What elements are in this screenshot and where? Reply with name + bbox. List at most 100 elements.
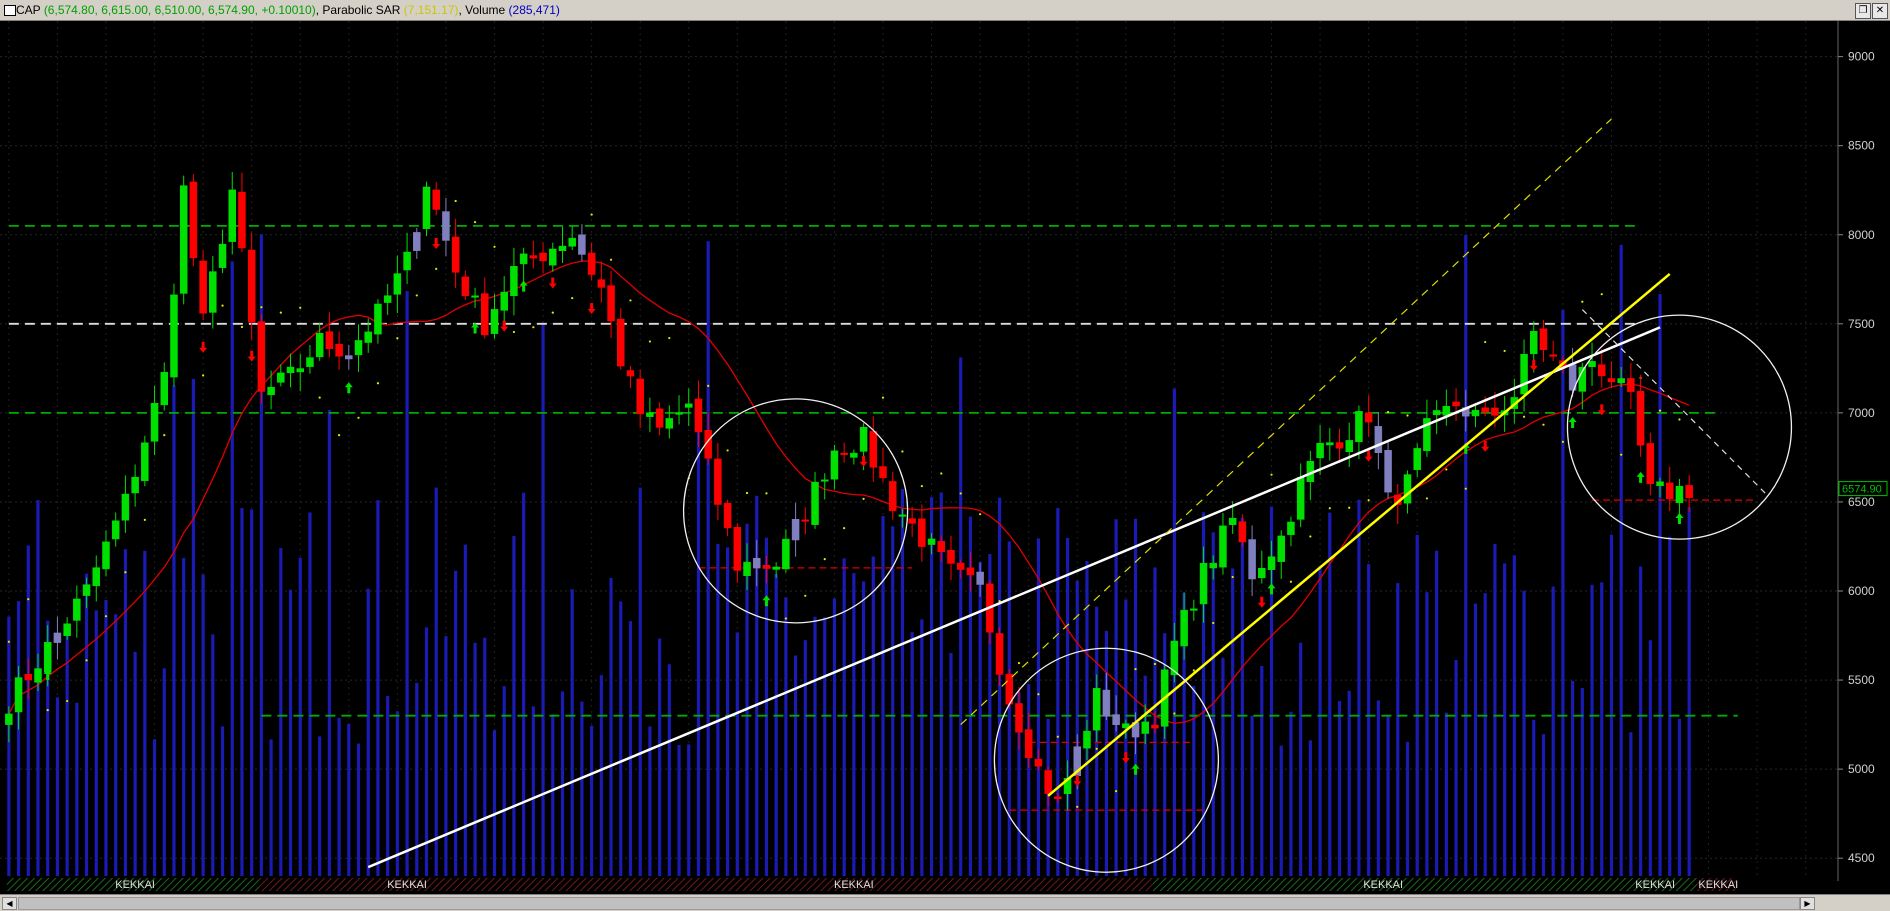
volume-bar — [1328, 512, 1332, 876]
candle-body — [189, 181, 198, 259]
kekkai-band: KEKKAI KEKKAI KEKKAI KEKKAI KEKKAI KEKKAI — [6, 878, 1738, 891]
candle-body — [694, 398, 703, 433]
symbol-label: CAP — [16, 3, 41, 17]
candle-body — [1054, 796, 1062, 799]
sar-dot — [1076, 805, 1079, 808]
sar-dot — [1192, 669, 1195, 672]
candlestick-chart[interactable]: 4500 5000 5500 6000 6500 7000 7500 8000 8500 9000… — [0, 21, 1890, 894]
candle-body — [43, 642, 52, 673]
volume-bar — [1493, 543, 1497, 876]
sar-dot — [1406, 414, 1409, 417]
volume-bar — [191, 378, 195, 876]
volume-bar — [347, 723, 351, 876]
sar-dot — [1561, 440, 1564, 443]
volume-bar — [978, 561, 982, 876]
sar-dot — [1542, 423, 1545, 426]
volume-bar — [1367, 564, 1371, 876]
sar-dot — [1386, 410, 1390, 414]
volume-bar — [1639, 566, 1643, 876]
candle-body — [646, 412, 654, 417]
sar-dot — [337, 434, 341, 437]
y-tick-label: 6000 — [1848, 584, 1875, 598]
sar-dot — [1289, 580, 1293, 583]
sar-value: (7,151.17) — [403, 3, 459, 17]
candle-body — [1015, 703, 1023, 733]
kekkai-segment: KEKKAI — [1152, 878, 1610, 891]
sar-dot — [784, 617, 787, 620]
candle-body — [286, 366, 295, 374]
close-window-button[interactable]: ✕ — [1872, 3, 1888, 19]
volume-bar — [395, 711, 399, 876]
candle — [257, 314, 266, 404]
candle-body — [1267, 556, 1276, 570]
sar-dot — [7, 640, 10, 643]
volume-bar — [444, 636, 448, 876]
volume-bar — [94, 610, 98, 876]
kekkai-label: KEKKAI — [834, 879, 874, 891]
candle-body — [335, 343, 343, 357]
sar-dot — [27, 598, 30, 601]
candle-body — [655, 408, 664, 428]
volume-bar — [1065, 537, 1070, 876]
sar-dot — [959, 492, 962, 495]
candle-body — [626, 370, 635, 377]
candle-body — [354, 340, 363, 356]
scroll-left-button[interactable]: ◀ — [2, 897, 17, 910]
candle-body — [1199, 562, 1208, 605]
volume-bar — [376, 500, 380, 876]
candle-body — [966, 567, 975, 576]
volume-bar — [687, 744, 691, 876]
sar-dot — [454, 199, 457, 203]
sar-dot — [396, 337, 399, 340]
horizontal-scrollbar[interactable]: ◀ ▶ — [0, 894, 1890, 911]
ohlc-readout: (6,574.80, 6,615.00, 6,510.00, 6,574.90,… — [43, 3, 316, 17]
scroll-right-button[interactable]: ▶ — [1800, 897, 1815, 910]
volume-bar — [318, 736, 322, 876]
candle-body — [762, 565, 771, 569]
volume-bar — [172, 385, 176, 876]
sar-dot — [668, 336, 671, 340]
candle-body — [53, 632, 62, 643]
volume-bar — [1289, 711, 1293, 876]
candle-body — [1316, 442, 1324, 459]
candle-body — [1656, 481, 1664, 486]
candle-body — [228, 189, 236, 242]
kekkai-label: KEKKAI — [1635, 879, 1675, 891]
candle-body — [393, 273, 402, 295]
volume-bar — [473, 642, 477, 876]
candle-body — [908, 518, 916, 524]
candle-body — [898, 514, 907, 517]
candle-body — [1636, 390, 1645, 446]
candle-body — [1180, 609, 1188, 647]
candle-body — [937, 541, 946, 552]
volume-bar — [424, 627, 429, 876]
volume-bar — [1260, 666, 1264, 876]
volume-bar — [1629, 732, 1633, 876]
candle-body — [859, 426, 868, 452]
candle-body — [277, 372, 285, 383]
candle-body — [1258, 567, 1266, 579]
volume-bar — [1590, 584, 1594, 876]
scroll-track[interactable] — [18, 897, 1800, 910]
candle-body — [422, 186, 431, 230]
candle-body — [170, 294, 178, 378]
volume-bar — [920, 619, 924, 876]
candle-body — [1530, 331, 1538, 355]
sar-dot — [493, 245, 496, 248]
volume-bar — [230, 261, 234, 876]
volume-bar — [269, 739, 273, 876]
candle-body — [1024, 729, 1033, 759]
volume-bar — [143, 550, 147, 876]
candle-body — [257, 321, 266, 392]
volume-bar — [949, 652, 953, 876]
sar-dot — [66, 699, 69, 703]
sar-dot — [143, 518, 146, 521]
candle-body — [1209, 562, 1217, 569]
restore-window-button[interactable]: ❐ — [1855, 3, 1871, 19]
kekkai-label: KEKKAI — [1363, 879, 1403, 891]
candle-body — [723, 503, 732, 529]
kekkai-label: KEKKAI — [387, 879, 427, 891]
volume-bar — [434, 487, 438, 876]
sar-dot — [1231, 575, 1234, 579]
candle-body — [782, 538, 790, 570]
